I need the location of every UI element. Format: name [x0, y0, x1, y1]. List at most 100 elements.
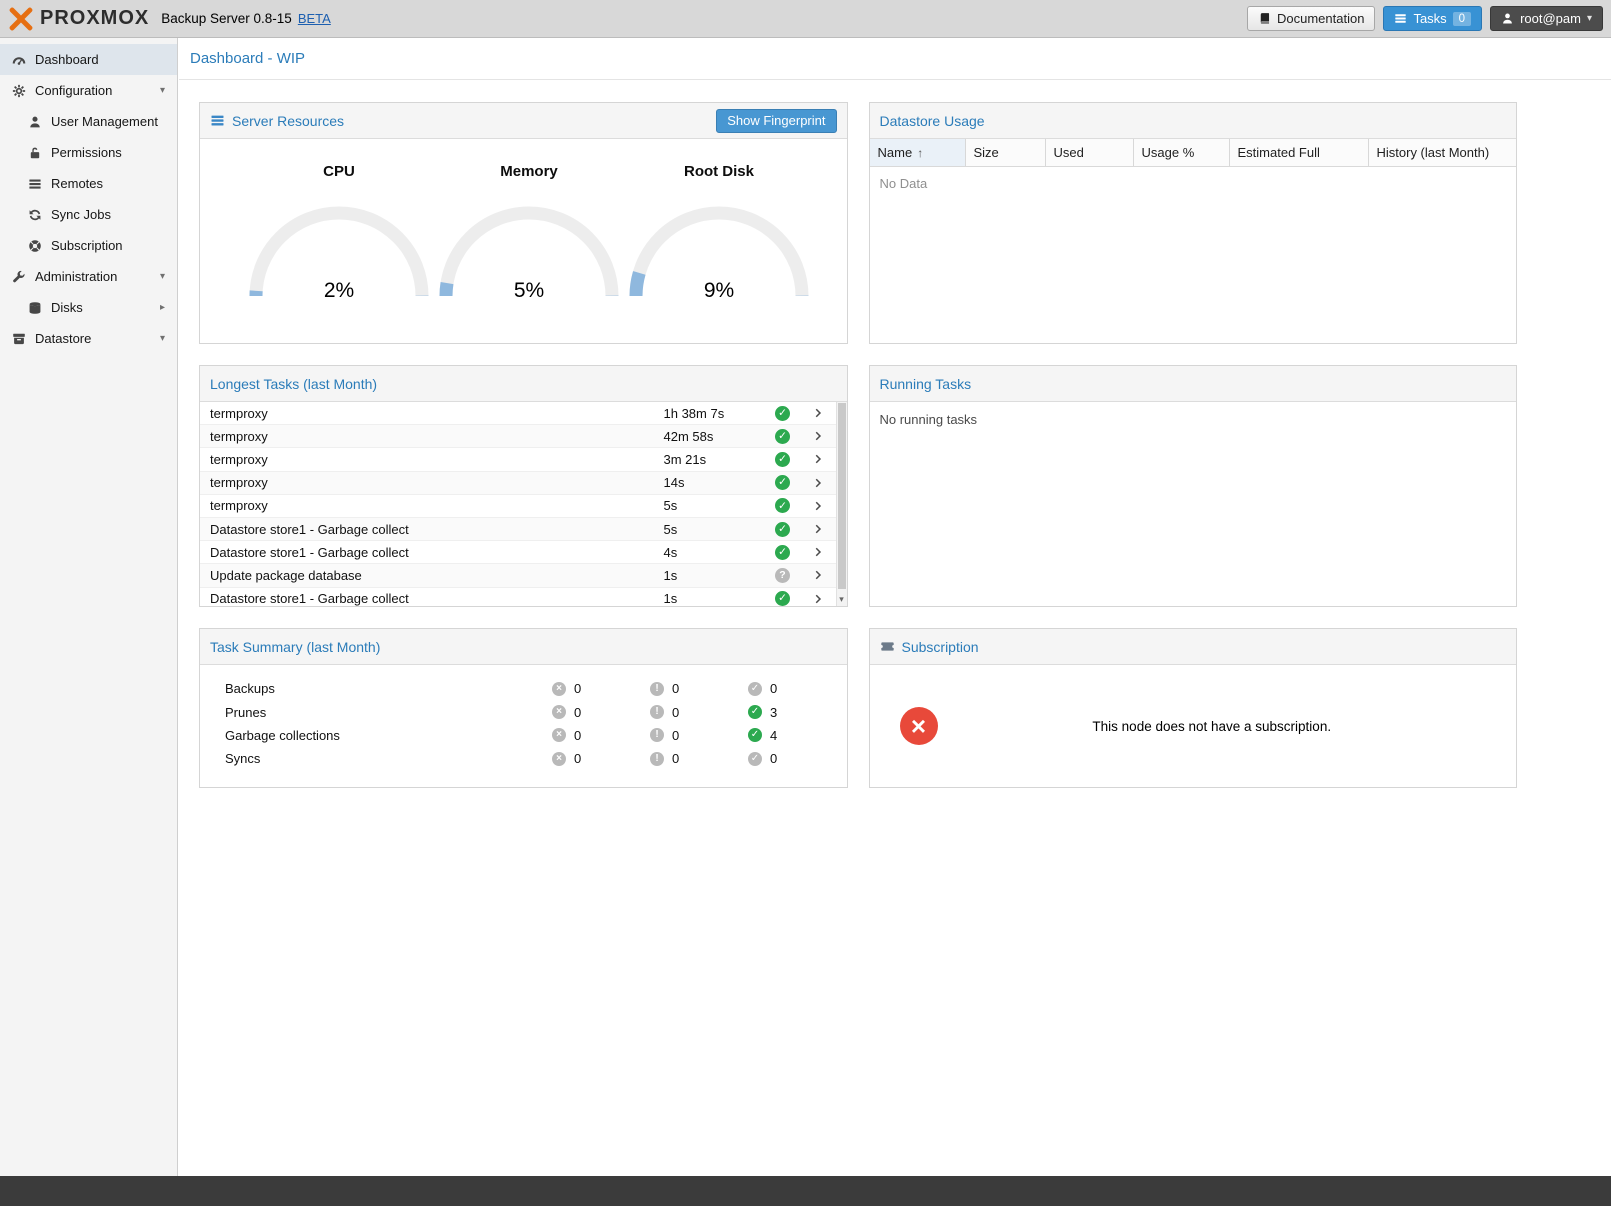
sidebar-item-dashboard[interactable]: Dashboard — [0, 44, 177, 75]
caret-down-icon: ▾ — [160, 85, 165, 96]
longest-tasks-header: Longest Tasks (last Month) — [200, 366, 847, 402]
chevron-right-icon — [813, 523, 825, 535]
sidebar-item-label: Dashboard — [35, 52, 99, 67]
error-count-icon: × — [552, 728, 566, 742]
sort-asc-icon: ↑ — [917, 146, 923, 160]
summary-row: Garbage collections ×0 !0 ✓4 — [200, 724, 847, 747]
user-label: root@pam — [1520, 11, 1581, 26]
column-header-usage-pct[interactable]: Usage % — [1134, 139, 1230, 166]
subscription-header: Subscription — [870, 629, 1517, 665]
caret-down-icon: ▾ — [160, 333, 165, 344]
server-resources-header: Server Resources Show Fingerprint — [200, 103, 847, 139]
unlock-icon — [28, 146, 42, 160]
app-logo: PROXMOX — [8, 6, 149, 32]
column-header-size[interactable]: Size — [966, 139, 1046, 166]
scroll-down-icon[interactable]: ▾ — [837, 594, 847, 605]
ok-count-icon: ✓ — [748, 728, 762, 742]
no-subscription-icon: × — [900, 707, 938, 745]
user-icon — [1501, 12, 1514, 25]
sidebar-item-label: Subscription — [51, 238, 123, 253]
server-resources-panel: Server Resources Show Fingerprint CPU 2% — [199, 102, 848, 344]
summary-label: Garbage collections — [225, 728, 552, 743]
disks-icon — [28, 301, 42, 315]
sidebar-item-disks[interactable]: Disks ▸ — [0, 292, 177, 323]
task-row[interactable]: Datastore store1 - Garbage collect 4s ✓ — [200, 541, 836, 564]
caret-right-icon: ▸ — [160, 302, 165, 313]
warning-count-icon: ! — [650, 752, 664, 766]
sidebar-item-subscription[interactable]: Subscription — [0, 230, 177, 261]
scrollbar[interactable]: ▾ — [836, 402, 847, 606]
summary-label: Syncs — [225, 751, 552, 766]
task-name: Datastore store1 - Garbage collect — [210, 545, 664, 560]
gauge-root-disk: Root Disk 9% — [624, 163, 814, 343]
documentation-button[interactable]: Documentation — [1247, 6, 1375, 31]
status-unknown-icon: ? — [775, 568, 790, 583]
user-menu-button[interactable]: root@pam ▾ — [1490, 6, 1603, 31]
column-header-name[interactable]: Name ↑ — [870, 139, 966, 166]
status-ok-icon: ✓ — [775, 498, 790, 513]
chevron-right-icon — [813, 546, 825, 558]
error-count: 0 — [574, 751, 581, 766]
status-ok-icon: ✓ — [775, 452, 790, 467]
task-name: Datastore store1 - Garbage collect — [210, 591, 664, 606]
sidebar-item-remotes[interactable]: Remotes — [0, 168, 177, 199]
sidebar-item-configuration[interactable]: Configuration ▾ — [0, 75, 177, 106]
task-row[interactable]: termproxy 5s ✓ — [200, 495, 836, 518]
gauge-label: Memory — [434, 163, 624, 180]
sidebar-item-permissions[interactable]: Permissions — [0, 137, 177, 168]
sidebar-item-administration[interactable]: Administration ▾ — [0, 261, 177, 292]
gauge-memory: Memory 5% — [434, 163, 624, 343]
task-row[interactable]: termproxy 1h 38m 7s ✓ — [200, 402, 836, 425]
resources-list-icon — [210, 113, 225, 128]
warning-count-icon: ! — [650, 705, 664, 719]
chevron-right-icon — [813, 593, 825, 605]
show-fingerprint-button[interactable]: Show Fingerprint — [716, 109, 836, 133]
task-duration: 5s — [664, 498, 764, 513]
user-icon — [28, 115, 42, 129]
task-row[interactable]: termproxy 3m 21s ✓ — [200, 448, 836, 471]
sidebar-item-datastore[interactable]: Datastore ▾ — [0, 323, 177, 354]
status-ok-icon: ✓ — [775, 522, 790, 537]
sidebar-item-label: Administration — [35, 269, 117, 284]
task-row[interactable]: termproxy 42m 58s ✓ — [200, 425, 836, 448]
sidebar-item-label: User Management — [51, 114, 158, 129]
column-header-used[interactable]: Used — [1046, 139, 1134, 166]
task-row[interactable]: Datastore store1 - Garbage collect 1s ✓ — [200, 588, 836, 607]
panel-title: Longest Tasks (last Month) — [210, 376, 377, 392]
book-icon — [1258, 12, 1271, 25]
subscription-message: This node does not have a subscription. — [938, 719, 1487, 734]
task-name: termproxy — [210, 475, 664, 490]
panel-title: Datastore Usage — [880, 113, 985, 129]
task-row[interactable]: termproxy 14s ✓ — [200, 472, 836, 495]
beta-link[interactable]: BETA — [298, 11, 331, 26]
sidebar-item-user-management[interactable]: User Management — [0, 106, 177, 137]
ok-count-icon: ✓ — [748, 705, 762, 719]
column-header-history[interactable]: History (last Month) — [1369, 139, 1517, 166]
tasks-button[interactable]: Tasks 0 — [1383, 6, 1482, 31]
column-header-estimated-full[interactable]: Estimated Full — [1230, 139, 1369, 166]
logo-wordmark: PROXMOX — [40, 7, 149, 30]
task-duration: 3m 21s — [664, 452, 764, 467]
ok-count: 4 — [770, 728, 777, 743]
warning-count-icon: ! — [650, 728, 664, 742]
task-name: Update package database — [210, 568, 664, 583]
task-duration: 1s — [664, 591, 764, 606]
page-title: Dashboard - WIP — [190, 50, 305, 67]
remotes-icon — [28, 177, 42, 191]
status-ok-icon: ✓ — [775, 475, 790, 490]
panel-title: Task Summary (last Month) — [210, 639, 380, 655]
gauge-value: 2% — [244, 279, 434, 303]
sidebar-item-sync-jobs[interactable]: Sync Jobs — [0, 199, 177, 230]
no-running-tasks-text: No running tasks — [870, 402, 1517, 437]
datastore-icon — [12, 332, 26, 346]
summary-row: Syncs ×0 !0 ✓0 — [200, 747, 847, 770]
no-data-text: No Data — [870, 167, 1517, 200]
task-duration: 1h 38m 7s — [664, 406, 764, 421]
ticket-icon — [880, 639, 895, 654]
task-row[interactable]: Datastore store1 - Garbage collect 5s ✓ — [200, 518, 836, 541]
task-row[interactable]: Update package database 1s ? — [200, 564, 836, 587]
scrollbar-thumb[interactable] — [838, 403, 846, 589]
ok-count: 3 — [770, 705, 777, 720]
running-tasks-header: Running Tasks — [870, 366, 1517, 402]
wrench-icon — [12, 270, 26, 284]
